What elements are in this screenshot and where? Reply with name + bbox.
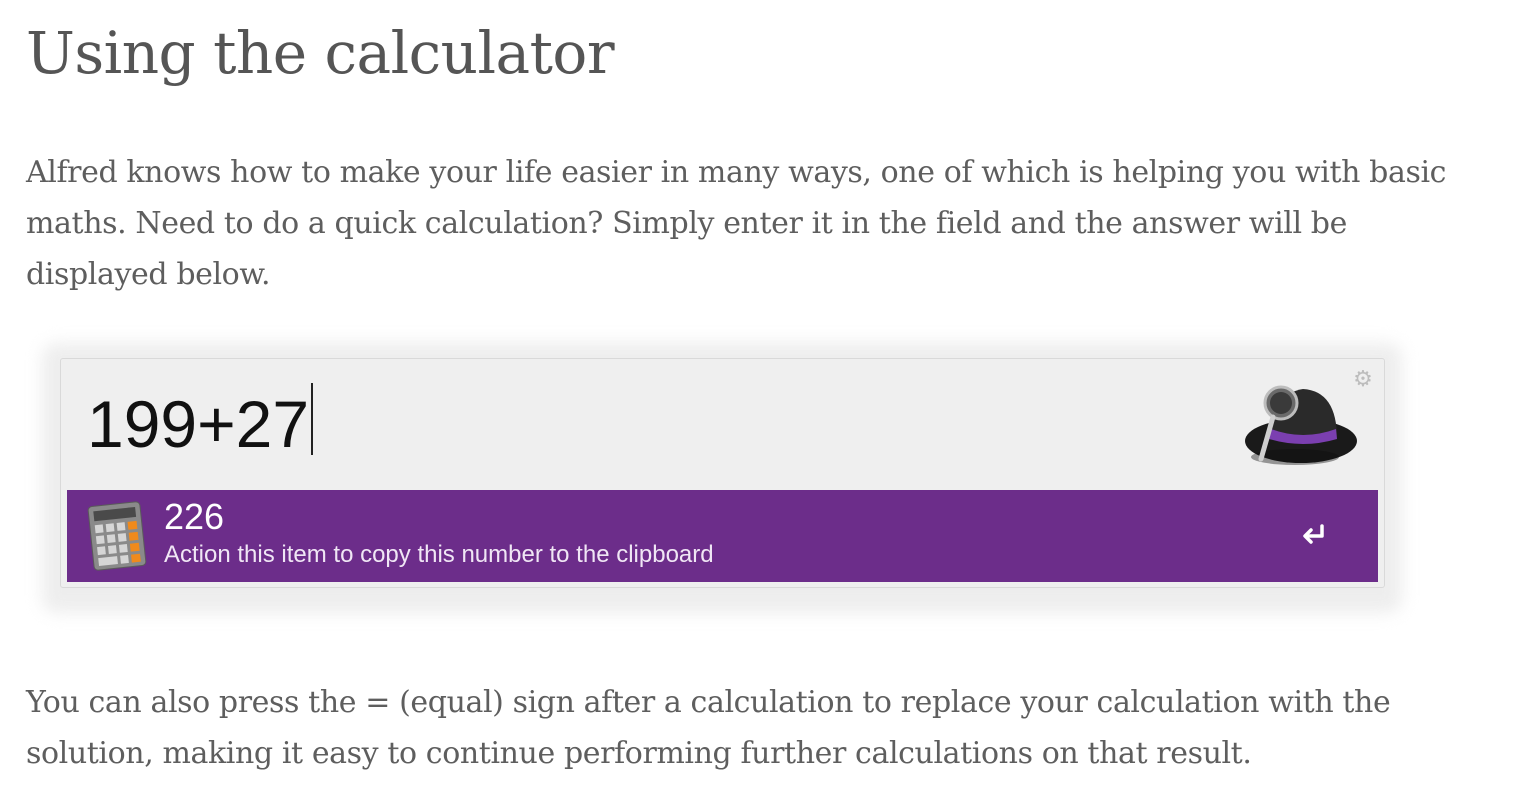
query-text: 199+27 [87,387,310,461]
result-title: 226 [164,496,225,537]
alfred-window: 199+27 ⚙ 226 Action this item to copy th… [60,358,1385,588]
return-key-icon [1303,524,1324,544]
outro-paragraph: You can also press the = (equal) sign af… [26,685,1391,771]
intro-paragraph: Alfred knows how to make your life easie… [26,155,1447,292]
calculator-icon [87,501,147,571]
result-subtitle: Action this item to copy this number to … [164,541,714,568]
text-caret [311,383,314,455]
alfred-hat-icon [1245,385,1357,465]
result-row[interactable]: 226 Action this item to copy this number… [67,490,1378,582]
page-title: Using the calculator [26,19,615,87]
search-input[interactable]: 199+27 [87,381,1187,467]
